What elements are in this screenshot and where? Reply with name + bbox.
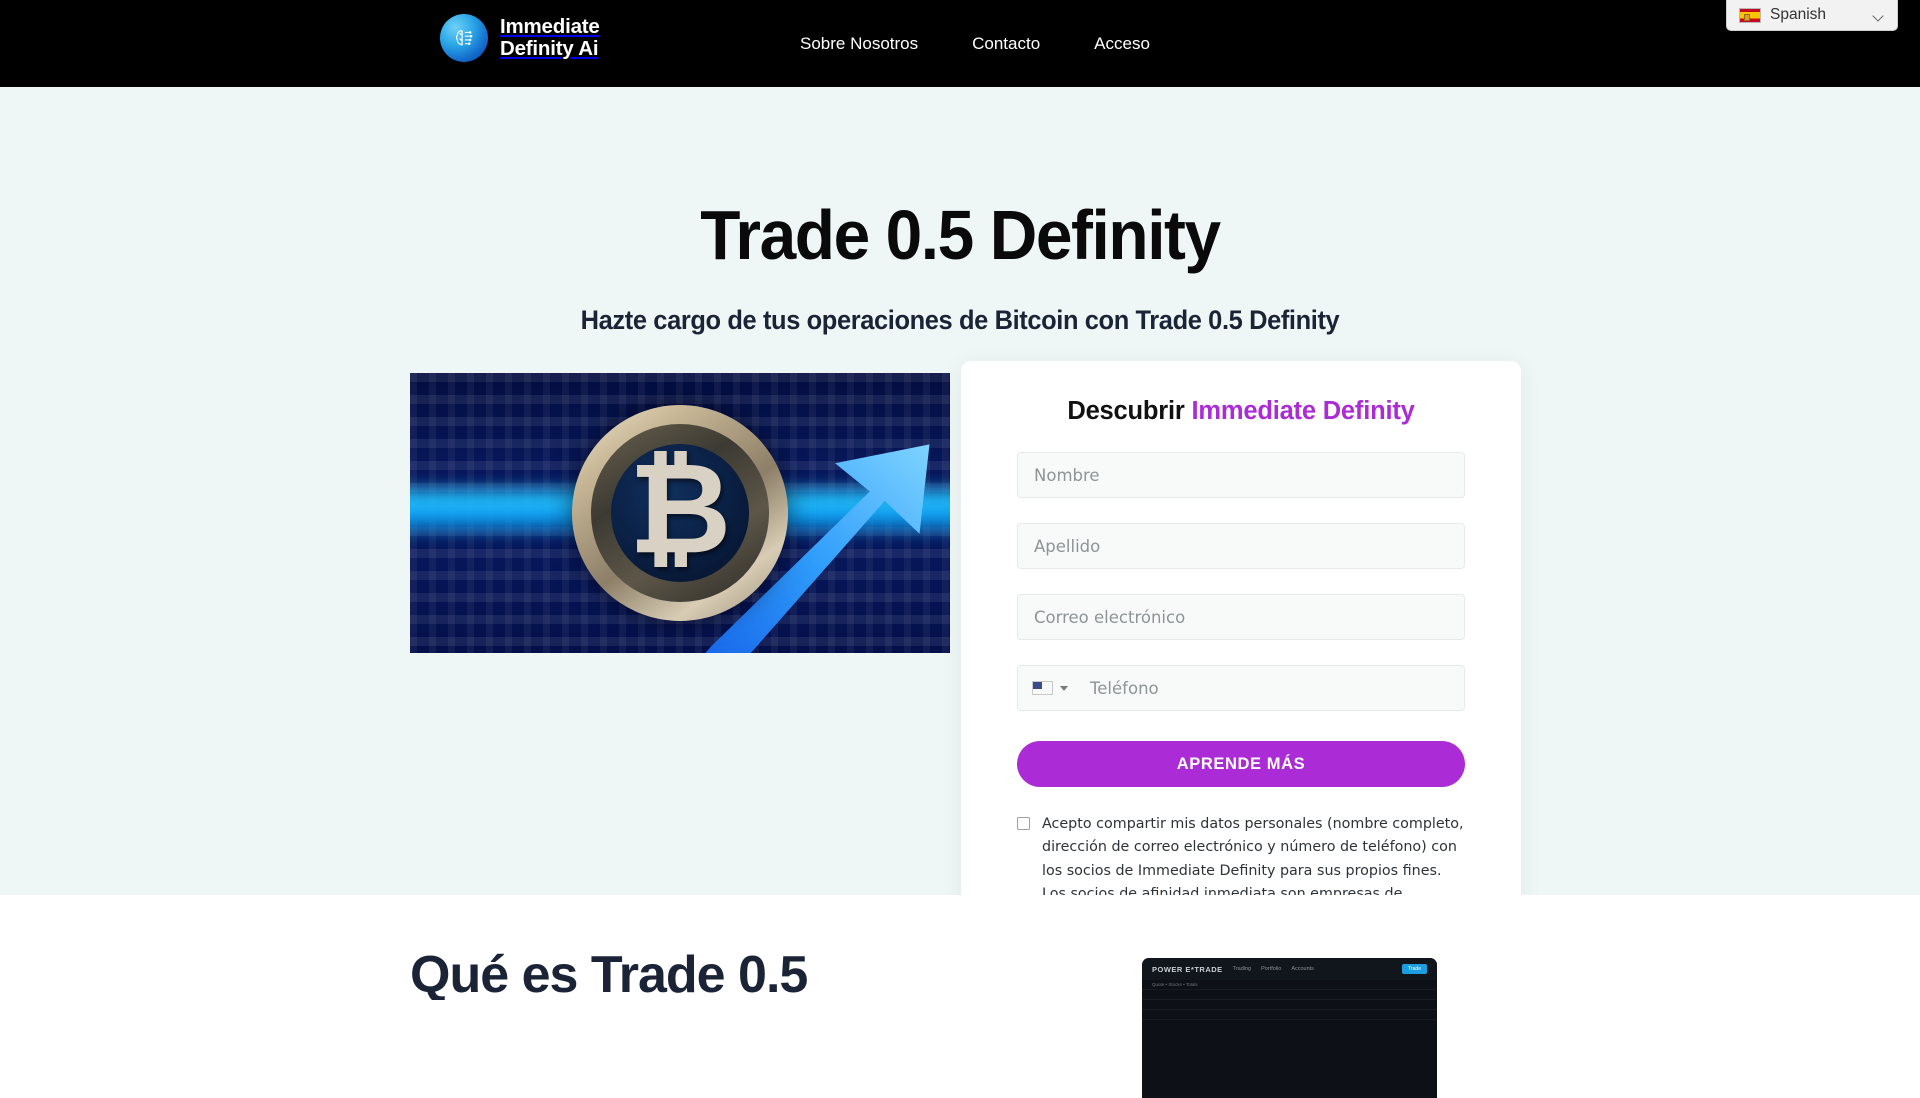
screenshot-cell: Quote • Stocks • Totals bbox=[1152, 982, 1198, 987]
bitcoin-coin: ₿ bbox=[572, 405, 788, 621]
page-title: Trade 0.5 Definity bbox=[700, 196, 1221, 274]
screenshot-action-button: Trade bbox=[1402, 964, 1427, 974]
first-name-field[interactable]: Nombre bbox=[1017, 452, 1465, 498]
email-field[interactable]: Correo electrónico bbox=[1017, 594, 1465, 640]
form-title-plain: Descubrir bbox=[1067, 397, 1185, 425]
logo-text-line2: Definity Ai bbox=[500, 37, 599, 60]
logo-text-line1: Immediate bbox=[500, 14, 600, 38]
last-name-placeholder: Apellido bbox=[1034, 536, 1101, 556]
phone-field[interactable]: Teléfono bbox=[1017, 665, 1465, 711]
spain-flag-icon bbox=[1739, 7, 1761, 23]
submit-button[interactable]: APRENDE MÁS bbox=[1017, 741, 1465, 787]
signup-form-card: Descubrir Immediate Definity Nombre Apel… bbox=[961, 361, 1521, 979]
logo-link[interactable]: Immediate Definity Ai bbox=[440, 14, 600, 62]
site-header: Immediate Definity Ai Sobre Nosotros Con… bbox=[0, 0, 1920, 87]
screenshot-row: Quote • Stocks • Totals bbox=[1142, 980, 1437, 990]
what-is-title: Qué es Trade 0.5 bbox=[410, 946, 808, 1000]
form-title: Descubrir Immediate Definity bbox=[1017, 397, 1465, 426]
language-switcher[interactable]: Spanish bbox=[1726, 0, 1898, 31]
main-navigation: Sobre Nosotros Contacto Acceso bbox=[800, 0, 1150, 87]
usa-flag-icon[interactable] bbox=[1032, 681, 1053, 695]
screenshot-tab-portfolio: Portfolio bbox=[1261, 966, 1282, 972]
bitcoin-symbol: ₿ bbox=[628, 434, 732, 582]
consent-checkbox[interactable] bbox=[1017, 817, 1030, 830]
nav-item-acceso[interactable]: Acceso bbox=[1094, 34, 1150, 54]
trading-platform-screenshot: POWER E*TRADE Trading Portfolio Accounts… bbox=[1142, 958, 1437, 1098]
phone-placeholder: Teléfono bbox=[1090, 678, 1159, 698]
screenshot-tab-trading: Trading bbox=[1232, 966, 1252, 972]
screenshot-brand: POWER E*TRADE bbox=[1152, 964, 1223, 974]
screenshot-toolbar: POWER E*TRADE Trading Portfolio Accounts… bbox=[1142, 958, 1437, 980]
bitcoin-hero-image: ₿ bbox=[410, 373, 950, 653]
hero-section: Trade 0.5 Definity Hazte cargo de tus op… bbox=[0, 87, 1920, 979]
what-is-section: Qué es Trade 0.5 bbox=[0, 895, 1920, 1000]
nav-item-sobre-nosotros[interactable]: Sobre Nosotros bbox=[800, 34, 918, 54]
page-subtitle: Hazte cargo de tus operaciones de Bitcoi… bbox=[580, 305, 1340, 335]
first-name-placeholder: Nombre bbox=[1034, 465, 1100, 485]
last-name-field[interactable]: Apellido bbox=[1017, 523, 1465, 569]
nav-item-contacto[interactable]: Contacto bbox=[972, 34, 1040, 54]
form-title-accent: Immediate Definity bbox=[1191, 397, 1415, 425]
screenshot-tab-accounts: Accounts bbox=[1291, 966, 1314, 972]
logo-text: Immediate Definity Ai bbox=[500, 14, 600, 60]
screenshot-row bbox=[1142, 1000, 1437, 1010]
language-label: Spanish bbox=[1770, 6, 1827, 23]
screenshot-row bbox=[1142, 990, 1437, 1000]
brain-circuit-icon bbox=[440, 14, 488, 62]
email-placeholder: Correo electrónico bbox=[1034, 607, 1186, 627]
caret-down-icon[interactable] bbox=[1060, 685, 1068, 691]
chevron-down-icon bbox=[1874, 12, 1885, 19]
screenshot-row bbox=[1142, 1010, 1437, 1020]
